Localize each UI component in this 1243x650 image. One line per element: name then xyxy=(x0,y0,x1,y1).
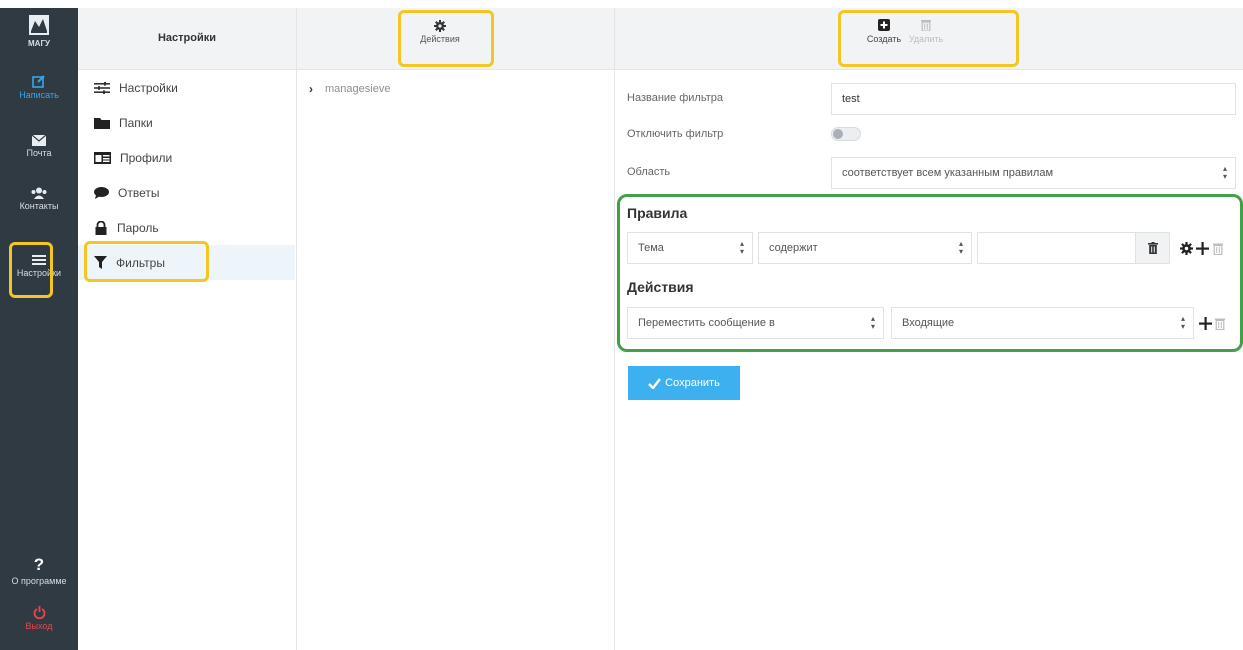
add-rule-plus-icon[interactable] xyxy=(1196,242,1209,255)
save-button[interactable]: Сохранить xyxy=(628,366,740,400)
filterset-actions-label: Действия xyxy=(420,34,460,44)
sidebar-item-label: Ответы xyxy=(118,185,160,200)
logo-text: МАГУ xyxy=(28,39,50,48)
logo-icon xyxy=(29,15,49,35)
filter-name-value: test xyxy=(842,93,860,105)
power-icon xyxy=(33,606,45,619)
create-filter-button[interactable]: Создать xyxy=(864,19,904,44)
comment-icon xyxy=(94,186,109,199)
settings-menu: Настройки Папки Профили Ответы Пароль Фи… xyxy=(78,70,295,280)
actions-section-title: Действия xyxy=(627,279,694,295)
nav-about[interactable]: ? О программе xyxy=(0,555,78,587)
nav-contacts-label: Контакты xyxy=(19,201,59,211)
scope-select[interactable]: соответствует всем указанным правилам ▴ ▾ xyxy=(831,157,1236,189)
rules-section-title: Правила xyxy=(627,205,688,221)
sidebar-item-label: Настройки xyxy=(119,80,178,95)
delete-action-trash-icon[interactable] xyxy=(1215,317,1225,330)
filter-edit-header: Создать Удалить xyxy=(614,8,1243,70)
select-arrows-icon: ▴ ▾ xyxy=(1222,164,1227,181)
action-target-value: Входящие xyxy=(902,317,955,329)
nav-settings[interactable]: Настройки xyxy=(0,254,78,278)
select-arrows-icon: ▴ ▾ xyxy=(958,239,963,256)
sidebar-item-password[interactable]: Пароль xyxy=(78,210,295,245)
toggle-knob xyxy=(833,129,843,139)
rule-value-trash-button[interactable] xyxy=(1135,233,1169,263)
action-type-select[interactable]: Переместить сообщение в ▴ ▾ xyxy=(627,307,884,339)
roundcube-app: МАГУ Написать Почта Контакты Настройки ?… xyxy=(0,0,1243,650)
filtersets-pane-header: Действия xyxy=(296,8,614,70)
contacts-icon xyxy=(31,187,47,199)
action-type-value: Переместить сообщение в xyxy=(638,317,775,329)
nav-compose-label: Написать xyxy=(19,90,59,100)
rule-value-input[interactable] xyxy=(977,232,1170,264)
folder-icon xyxy=(94,117,110,129)
divider xyxy=(296,8,297,650)
compose-icon xyxy=(32,75,45,88)
filter-name-input[interactable]: test xyxy=(831,83,1236,115)
nav-mail[interactable]: Почта xyxy=(0,135,78,158)
sidebar-item-folders[interactable]: Папки xyxy=(78,105,295,140)
sidebar-item-label: Профили xyxy=(120,150,173,165)
gear-icon xyxy=(434,20,446,32)
add-action-plus-icon[interactable] xyxy=(1199,317,1212,330)
divider xyxy=(614,8,615,650)
id-card-icon xyxy=(94,151,111,164)
action-target-select[interactable]: Входящие ▴ ▾ xyxy=(891,307,1194,339)
filter-name-label: Название фильтра xyxy=(627,92,723,104)
nav-settings-label: Настройки xyxy=(16,268,62,278)
delete-filter-button[interactable]: Удалить xyxy=(906,19,946,44)
select-arrows-icon: ▴ ▾ xyxy=(1180,314,1185,331)
filterset-item-label: managesieve xyxy=(325,83,391,95)
nav-logout-label: Выход xyxy=(25,621,53,631)
filterset-actions-button[interactable]: Действия xyxy=(400,20,480,44)
settings-sliders-icon xyxy=(32,255,46,265)
question-icon: ? xyxy=(33,555,45,574)
select-arrows-icon: ▴ ▾ xyxy=(739,239,744,256)
disable-filter-toggle[interactable] xyxy=(831,127,861,141)
main-nav-rail: МАГУ Написать Почта Контакты Настройки ?… xyxy=(0,8,78,650)
rule-header-select[interactable]: Тема ▴ ▾ xyxy=(627,232,753,264)
logo: МАГУ xyxy=(0,14,78,48)
checkmark-icon xyxy=(648,377,662,389)
scope-select-value: соответствует всем указанным правилам xyxy=(842,167,1054,179)
delete-filter-label: Удалить xyxy=(908,34,944,44)
rule-operator-value: содержит xyxy=(769,242,818,254)
rule-options-gear-icon[interactable] xyxy=(1180,242,1193,255)
chevron-right-icon: › xyxy=(309,82,313,96)
nav-about-label: О программе xyxy=(11,576,67,586)
sidebar-item-label: Фильтры xyxy=(116,255,165,270)
nav-contacts[interactable]: Контакты xyxy=(0,187,78,211)
scope-label: Область xyxy=(627,166,671,178)
nav-logout[interactable]: Выход xyxy=(0,606,78,631)
filterset-item[interactable]: › managesieve xyxy=(309,82,390,96)
settings-pane-title: Настройки xyxy=(157,32,217,44)
nav-mail-label: Почта xyxy=(26,148,52,158)
trash-icon xyxy=(1147,242,1158,254)
create-filter-label: Создать xyxy=(866,34,902,44)
sidebar-item-identities[interactable]: Профили xyxy=(78,140,295,175)
filter-icon xyxy=(94,256,107,269)
lock-icon xyxy=(95,220,107,235)
sidebar-item-label: Пароль xyxy=(117,220,159,235)
disable-filter-label: Отключить фильтр xyxy=(627,128,724,140)
save-button-label: Сохранить xyxy=(665,377,720,389)
delete-rule-trash-icon[interactable] xyxy=(1213,242,1223,255)
sidebar-item-label: Папки xyxy=(119,115,153,130)
sidebar-item-settings[interactable]: Настройки xyxy=(78,70,295,105)
rule-header-value: Тема xyxy=(638,242,664,254)
trash-icon xyxy=(921,20,931,31)
select-arrows-icon: ▴ ▾ xyxy=(870,314,875,331)
plus-square-icon xyxy=(878,19,890,31)
sidebar-item-filters[interactable]: Фильтры xyxy=(78,245,295,280)
sliders-icon xyxy=(94,81,110,94)
nav-compose[interactable]: Написать xyxy=(0,74,78,100)
mail-icon xyxy=(32,135,46,146)
sidebar-item-responses[interactable]: Ответы xyxy=(78,175,295,210)
rule-operator-select[interactable]: содержит ▴ ▾ xyxy=(758,232,972,264)
settings-pane-header: Настройки xyxy=(78,8,296,70)
